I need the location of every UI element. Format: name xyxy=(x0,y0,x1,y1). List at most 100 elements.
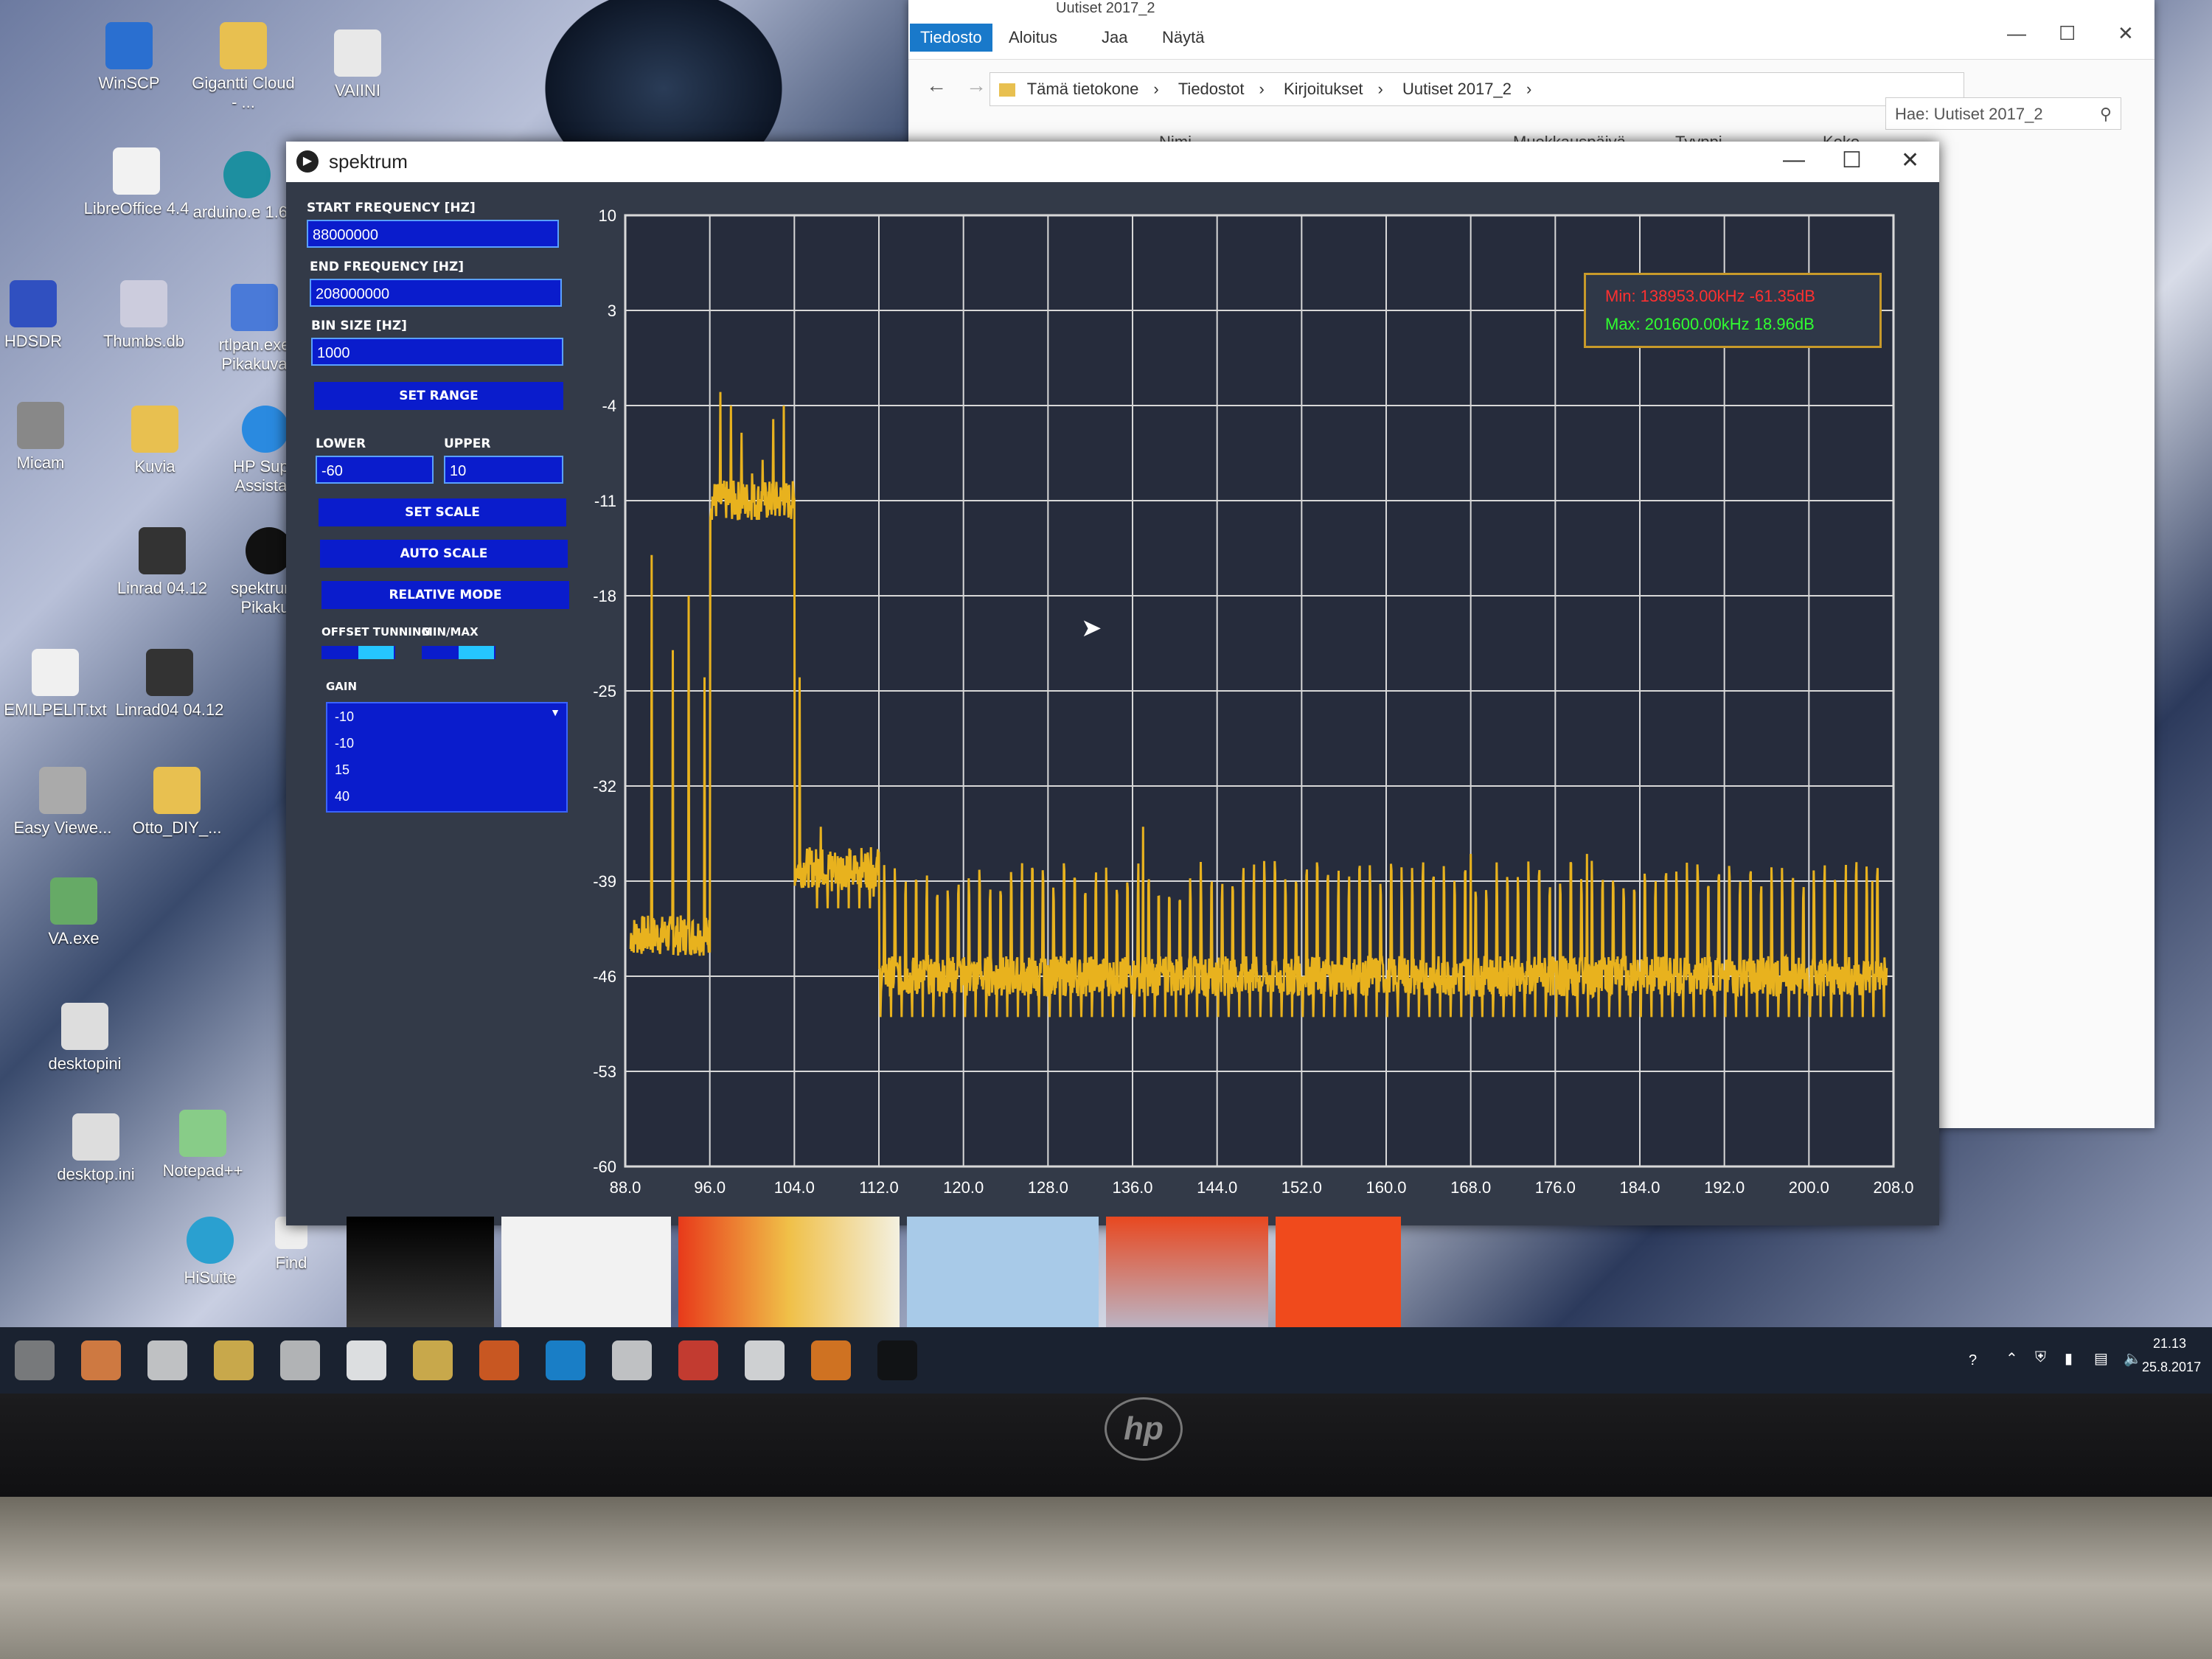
libreoffice-icon xyxy=(113,147,160,195)
set-range-button[interactable]: SET RANGE xyxy=(314,382,563,410)
desktop-icon-gigantti[interactable]: Gigantti Cloud - ... xyxy=(188,22,299,112)
offset-tuning-toggle[interactable] xyxy=(321,646,395,659)
search-input[interactable]: Hae: Uutiset 2017_2 ⚲ xyxy=(1885,97,2121,130)
set-scale-button[interactable]: SET SCALE xyxy=(319,498,566,526)
tab-aloitus[interactable]: Aloitus xyxy=(1009,28,1057,47)
start-frequency-input[interactable]: 88000000 xyxy=(307,220,559,248)
mouse-cursor-icon: ➤ xyxy=(1081,614,1102,642)
shield-icon[interactable]: ⛨ xyxy=(2035,1349,2046,1366)
desktop-icon-vaiini[interactable]: VAIINI xyxy=(302,29,413,100)
lower-input[interactable]: -60 xyxy=(316,456,434,484)
tab-nayta[interactable]: Näytä xyxy=(1162,28,1204,47)
desktop-icon-thumbs[interactable]: Thumbs.db xyxy=(88,280,199,351)
gain-option[interactable]: -10 xyxy=(335,736,354,751)
help-icon xyxy=(242,406,289,453)
desktop-icon-label: EMILPELIT.txt xyxy=(4,700,107,719)
lower-label: LOWER xyxy=(316,437,366,451)
breadcrumb-item[interactable]: Tämä tietokone xyxy=(1027,80,1139,98)
desktop-icon-label: Gigantti Cloud - ... xyxy=(192,74,295,111)
file-explorer-icon[interactable] xyxy=(214,1340,254,1380)
auto-scale-button[interactable]: AUTO SCALE xyxy=(320,540,568,568)
toggle-knob xyxy=(358,646,394,659)
edge-icon[interactable] xyxy=(546,1340,585,1380)
desktop-icon-easyviewer[interactable]: Easy Viewe... xyxy=(7,767,118,838)
hp-logo: hp xyxy=(1105,1397,1183,1461)
minimize-icon[interactable]: — xyxy=(2007,22,2026,45)
x-tick-label: 168.0 xyxy=(1450,1178,1491,1197)
clock-time[interactable]: 21.13 xyxy=(2153,1336,2186,1352)
maximize-icon[interactable]: ☐ xyxy=(1842,147,1862,173)
x-tick-label: 136.0 xyxy=(1112,1178,1152,1197)
window-title: spektrum xyxy=(329,150,408,173)
spectrum-plot[interactable]: 10 3 -4 -11 -18 -25 -32 -39 -46 -53 -60 88.0 96.0 10… xyxy=(588,201,1923,1211)
tab-jaa[interactable]: Jaa xyxy=(1102,28,1127,47)
desktop-icon-notepadpp[interactable]: Notepad++ xyxy=(147,1110,258,1180)
desktop-icon-libreoffice[interactable]: LibreOffice 4.4 xyxy=(81,147,192,218)
folder-icon[interactable] xyxy=(745,1340,785,1380)
breadcrumb-item[interactable]: Tiedostot xyxy=(1178,80,1245,98)
minmax-toggle[interactable] xyxy=(422,646,495,659)
desktop-icon-otto[interactable]: Otto_DIY_... xyxy=(122,767,232,838)
battery-icon[interactable]: ▮ xyxy=(2065,1349,2073,1368)
chart-app-icon[interactable] xyxy=(479,1340,519,1380)
breadcrumb-item[interactable]: Uutiset 2017_2 xyxy=(1402,80,1512,98)
hp-icon[interactable] xyxy=(347,1340,386,1380)
files-icon[interactable] xyxy=(413,1340,453,1380)
address-bar[interactable]: Tämä tietokone › Tiedostot › Kirjoitukset ›… xyxy=(990,72,1964,106)
desktop-icon-hisuite[interactable]: HiSuite xyxy=(155,1217,265,1287)
desktop-icon-label: desktop.ini xyxy=(57,1165,135,1183)
folder-icon xyxy=(999,83,1015,97)
gain-option[interactable]: 15 xyxy=(335,762,349,778)
bin-size-input[interactable]: 1000 xyxy=(311,338,563,366)
photos-icon[interactable] xyxy=(81,1340,121,1380)
upper-label: UPPER xyxy=(444,437,491,451)
task-view-icon[interactable] xyxy=(15,1340,55,1380)
desktop-icon-linrad04[interactable]: Linrad04 04.12 xyxy=(114,649,225,720)
gain-option[interactable]: 40 xyxy=(335,789,349,804)
spectrum-chart[interactable]: 10 3 -4 -11 -18 -25 -32 -39 -46 -53 -60 88.0 96.0 10… xyxy=(588,201,1923,1211)
spektrum-icon[interactable] xyxy=(877,1340,917,1380)
desktop-icon-hdsdr[interactable]: HDSDR xyxy=(0,280,88,351)
minimize-icon[interactable]: — xyxy=(1783,147,1805,173)
breadcrumb-item[interactable]: Kirjoitukset xyxy=(1284,80,1363,98)
desktop-icon-winscp[interactable]: WinSCP xyxy=(74,22,184,93)
y-tick-label: -18 xyxy=(593,587,616,605)
camera-icon[interactable] xyxy=(147,1340,187,1380)
back-arrow-icon[interactable]: ← xyxy=(926,74,947,97)
close-icon[interactable]: ✕ xyxy=(1901,147,1919,173)
end-frequency-input[interactable]: 208000000 xyxy=(310,279,562,307)
file-icon xyxy=(120,280,167,327)
desktop-icon-linrad[interactable]: Linrad 04.12 xyxy=(107,527,218,598)
desktop-icon-micam[interactable]: Micam xyxy=(0,402,96,473)
y-tick-labels: 10 3 -4 -11 -18 -25 -32 -39 -46 -53 -60 xyxy=(593,206,616,1176)
desktop-icon-desktopini-1[interactable]: desktopini xyxy=(29,1003,140,1074)
window-title: Uutiset 2017_2 xyxy=(1056,0,1155,16)
forward-arrow-icon[interactable]: → xyxy=(966,74,987,97)
desktop-icon-va[interactable]: VA.exe xyxy=(18,877,129,948)
close-icon[interactable]: ✕ xyxy=(2118,22,2134,45)
title-bar: ▶ spektrum — ☐ ✕ xyxy=(286,142,1939,182)
desktop-icon-desktopini-2[interactable]: desktop.ini xyxy=(41,1113,151,1184)
relative-mode-button[interactable]: RELATIVE MODE xyxy=(321,581,569,609)
tab-tiedosto[interactable]: Tiedosto xyxy=(910,24,992,52)
desktop-icon-kuvia[interactable]: Kuvia xyxy=(100,406,210,476)
desktop-icon-emilpelit[interactable]: EMILPELIT.txt xyxy=(0,649,111,720)
gain-select[interactable]: ▼ -10 -10 15 40 xyxy=(326,702,568,813)
min-readout: Min: 138953.00kHz -61.35dB xyxy=(1605,287,1815,305)
arduino-icon xyxy=(223,151,271,198)
chevron-up-icon[interactable]: ⌃ xyxy=(2006,1349,2018,1368)
maximize-icon[interactable]: ☐ xyxy=(2059,22,2076,45)
desktop-icon-label: Notepad++ xyxy=(162,1161,243,1180)
speaker-icon[interactable]: 🔈 xyxy=(2124,1349,2142,1368)
upper-input[interactable]: 10 xyxy=(444,456,563,484)
network-icon[interactable]: ▤ xyxy=(2094,1349,2108,1368)
mail-icon[interactable] xyxy=(612,1340,652,1380)
chrome-icon[interactable] xyxy=(678,1340,718,1380)
help-icon[interactable]: ? xyxy=(1969,1352,1977,1369)
notepadpp-icon xyxy=(179,1110,226,1157)
gain-option[interactable]: -10 xyxy=(335,709,354,725)
firefox-icon[interactable] xyxy=(811,1340,851,1380)
clock-date[interactable]: 25.8.2017 xyxy=(2142,1360,2201,1375)
x-tick-label: 128.0 xyxy=(1028,1178,1068,1197)
store-icon[interactable] xyxy=(280,1340,320,1380)
